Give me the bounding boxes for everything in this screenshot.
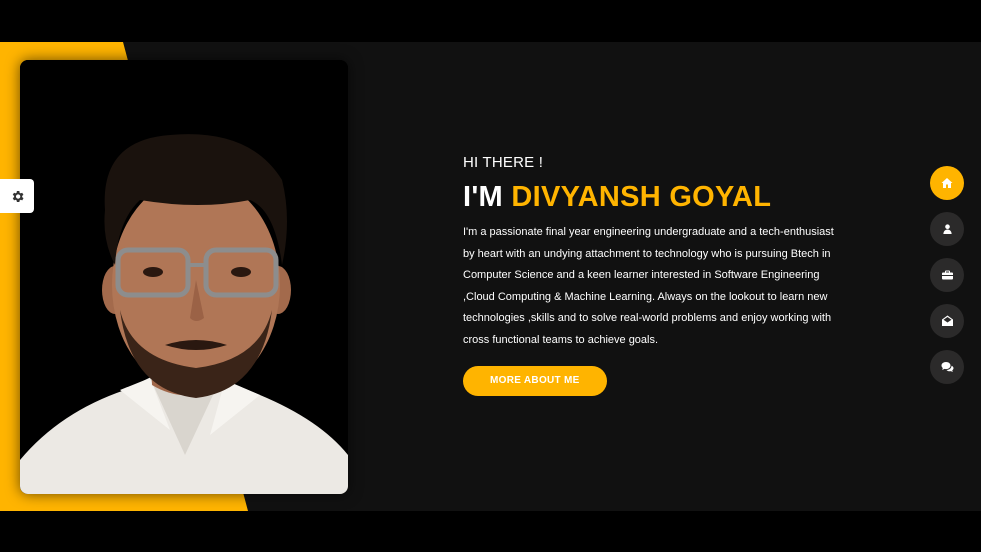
user-icon bbox=[942, 224, 952, 235]
side-navigation bbox=[930, 166, 964, 396]
intro-content: HI THERE ! I'M DIVYANSH GOYAL I'm a pass… bbox=[463, 154, 843, 396]
greeting-text: HI THERE ! bbox=[463, 154, 544, 171]
profile-photo bbox=[20, 60, 348, 494]
nav-item-blog[interactable] bbox=[930, 350, 964, 384]
gear-icon bbox=[12, 190, 23, 202]
nav-item-portfolio[interactable] bbox=[930, 258, 964, 292]
nav-item-contact[interactable] bbox=[930, 304, 964, 338]
nav-item-about[interactable] bbox=[930, 212, 964, 246]
home-section: HI THERE ! I'M DIVYANSH GOYAL I'm a pass… bbox=[0, 42, 981, 511]
comments-icon bbox=[941, 362, 953, 372]
headline-prefix: I'M bbox=[463, 181, 504, 213]
envelope-open-icon bbox=[941, 315, 953, 326]
page-title: I'M DIVYANSH GOYAL bbox=[463, 181, 843, 214]
settings-toggle-button[interactable] bbox=[0, 179, 34, 213]
briefcase-icon bbox=[941, 270, 953, 280]
bio-text: I'm a passionate final year engineering … bbox=[463, 226, 834, 346]
more-about-me-button[interactable]: MORE ABOUT ME bbox=[463, 365, 607, 396]
person-name: DIVYANSH GOYAL bbox=[511, 181, 772, 213]
home-icon bbox=[941, 178, 953, 188]
nav-item-home[interactable] bbox=[930, 166, 964, 200]
